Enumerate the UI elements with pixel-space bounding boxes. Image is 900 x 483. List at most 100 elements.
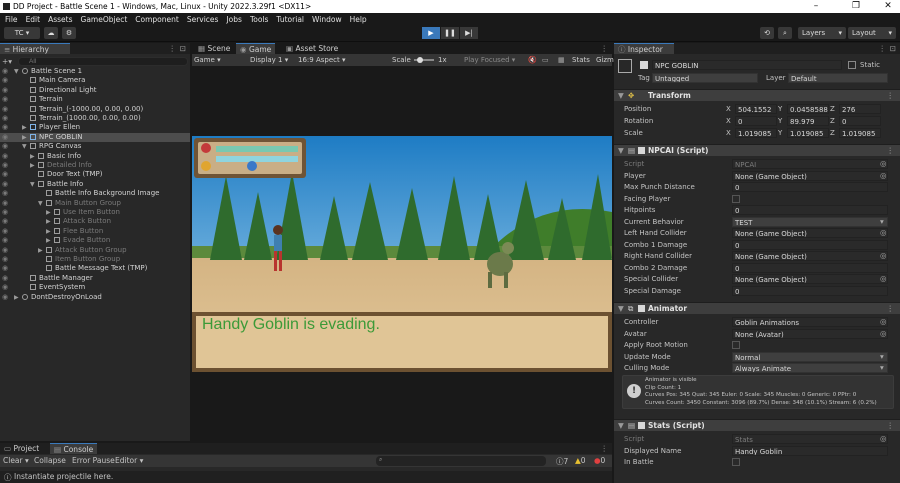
play-focused-dropdown[interactable]: Play Focused ▾: [464, 54, 515, 66]
animator-header[interactable]: ▼ ⧉ Animator ⋮: [614, 302, 900, 314]
hierarchy-item[interactable]: ▶ Basic Info: [0, 152, 190, 161]
play-button[interactable]: ▶: [422, 27, 440, 39]
visibility-eye-icon[interactable]: ◉: [2, 86, 8, 95]
transform-rotation-y-field[interactable]: 89.979: [787, 116, 829, 126]
chevron-down-icon[interactable]: ▾: [880, 363, 884, 373]
step-button[interactable]: ▶|: [460, 27, 478, 39]
hierarchy-item[interactable]: Battle Manager: [0, 274, 190, 283]
visibility-eye-icon[interactable]: ◉: [2, 105, 8, 114]
animator-field-field[interactable]: Goblin Animations: [732, 317, 888, 327]
npcai-field-field[interactable]: None (Game Object): [732, 228, 888, 238]
menu-edit[interactable]: Edit: [26, 15, 41, 24]
visibility-eye-icon[interactable]: ◉: [2, 114, 8, 123]
stats-header[interactable]: ▼ ▤ Stats (Script) ⋮: [614, 419, 900, 431]
expand-arrow-right-icon[interactable]: ▶: [46, 208, 54, 217]
stats-field-field[interactable]: Stats: [732, 434, 888, 444]
transform-position-y-field[interactable]: 0.04585886: [787, 104, 829, 114]
transform-rotation-x-field[interactable]: 0: [735, 116, 777, 126]
panel-menu-icon[interactable]: ⋮: [879, 43, 887, 54]
history-icon[interactable]: ⟲: [760, 27, 774, 39]
warning-count[interactable]: ▲0: [575, 456, 586, 465]
layer-dropdown[interactable]: Default: [788, 73, 888, 83]
visibility-eye-icon[interactable]: ◉: [2, 227, 8, 236]
tab-console[interactable]: ▤ Console: [50, 443, 98, 454]
tag-dropdown[interactable]: Untagged: [652, 73, 758, 83]
hierarchy-item[interactable]: ▶ Player Ellen: [0, 123, 190, 132]
menu-jobs[interactable]: Jobs: [226, 15, 241, 24]
tab-inspector[interactable]: ⓘ Inspector: [614, 43, 674, 54]
visibility-eye-icon[interactable]: ◉: [2, 76, 8, 85]
tab-project[interactable]: ▭ Project: [0, 443, 43, 454]
error-count[interactable]: ●0: [594, 456, 605, 465]
static-checkbox[interactable]: [848, 61, 856, 69]
visibility-eye-icon[interactable]: ◉: [2, 180, 8, 189]
tab-game[interactable]: ◉ Game: [236, 43, 276, 54]
visibility-eye-icon[interactable]: ◉: [2, 274, 8, 283]
hierarchy-item[interactable]: Terrain_(-1000.00, 0.00, 0.00): [0, 105, 190, 114]
expand-arrow-right-icon[interactable]: ▶: [46, 227, 54, 236]
object-picker-icon[interactable]: ◎: [880, 228, 887, 238]
component-menu-icon[interactable]: ⋮: [887, 91, 895, 100]
hierarchy-item[interactable]: ▼ RPG Canvas: [0, 142, 190, 151]
menu-help[interactable]: Help: [350, 15, 367, 24]
animator-field-dropdown[interactable]: Always Animate: [732, 363, 888, 373]
object-picker-icon[interactable]: ◎: [880, 274, 887, 284]
cloud-icon[interactable]: ☁: [44, 27, 58, 39]
npcai-field-field[interactable]: None (Game Object): [732, 170, 888, 181]
chevron-down-icon[interactable]: ▾: [880, 217, 884, 227]
npcai-field-field[interactable]: None (Game Object): [732, 251, 888, 261]
stats-field-field[interactable]: Handy Goblin: [732, 445, 888, 456]
account-button[interactable]: TC ▾: [4, 27, 40, 39]
visibility-eye-icon[interactable]: ◉: [2, 142, 8, 151]
component-menu-icon[interactable]: ⋮: [887, 421, 895, 430]
hierarchy-item[interactable]: ▶ DontDestroyOnLoad: [0, 293, 190, 302]
expand-arrow-down-icon[interactable]: ▼: [30, 180, 38, 189]
hierarchy-item[interactable]: EventSystem: [0, 283, 190, 292]
npcai-field-field[interactable]: 0: [732, 205, 888, 215]
npcai-field-field[interactable]: None (Game Object): [732, 274, 888, 284]
npcai-field-field[interactable]: NPCAI: [732, 159, 888, 169]
visibility-eye-icon[interactable]: ◉: [2, 264, 8, 273]
object-name-field[interactable]: NPC GOBLIN: [652, 60, 842, 70]
transform-position-z-field[interactable]: 276: [839, 104, 881, 114]
status-message[interactable]: Instantiate projectile here.: [14, 472, 113, 481]
maximize-button[interactable]: ❐: [846, 1, 866, 12]
expand-arrow-down-icon[interactable]: ▼: [22, 142, 30, 151]
animator-field-field[interactable]: None (Avatar): [732, 328, 888, 339]
menu-component[interactable]: Component: [135, 15, 179, 24]
transform-rotation-z-field[interactable]: 0: [839, 116, 881, 126]
hierarchy-item[interactable]: ▶ Detailed Info: [0, 161, 190, 170]
panel-menu-icon[interactable]: ⋮: [601, 443, 609, 454]
services-gear-icon[interactable]: ⚙: [62, 27, 76, 39]
expand-arrow-right-icon[interactable]: ▶: [22, 123, 30, 132]
npcai-field-field[interactable]: 0: [732, 285, 888, 296]
stats-enabled-checkbox[interactable]: [638, 422, 645, 429]
npcai-enabled-checkbox[interactable]: [638, 147, 645, 154]
hierarchy-item[interactable]: ▶ Flee Button: [0, 227, 190, 236]
layers-dropdown[interactable]: Layers ▾: [798, 27, 846, 39]
hierarchy-item[interactable]: Battle Message Text (TMP): [0, 264, 190, 273]
visibility-eye-icon[interactable]: ◉: [2, 236, 8, 245]
hierarchy-item[interactable]: ▶ Attack Button: [0, 217, 190, 226]
menu-assets[interactable]: Assets: [48, 15, 72, 24]
panel-menu-icon[interactable]: ⋮: [601, 43, 609, 54]
scale-slider-handle[interactable]: [417, 57, 423, 63]
animator-field-dropdown[interactable]: Normal: [732, 351, 888, 362]
animator-field-checkbox[interactable]: [732, 341, 740, 349]
visibility-eye-icon[interactable]: ◉: [2, 95, 8, 104]
hierarchy-item[interactable]: ▼ Battle Scene 1: [0, 67, 190, 76]
npcai-field-field[interactable]: 0: [732, 262, 888, 273]
menu-file[interactable]: File: [5, 15, 18, 24]
hierarchy-item[interactable]: Main Camera: [0, 76, 190, 85]
tab-hierarchy[interactable]: ≡ Hierarchy: [0, 43, 70, 54]
expand-arrow-right-icon[interactable]: ▶: [22, 133, 30, 142]
expand-arrow-right-icon[interactable]: ▶: [38, 246, 46, 255]
hierarchy-item[interactable]: ▼ Main Button Group: [0, 199, 190, 208]
layout-icon[interactable]: ▦: [558, 54, 565, 66]
transform-scale-z-field[interactable]: 1.019085: [839, 128, 881, 138]
collapse-button[interactable]: Collapse: [34, 456, 66, 465]
transform-position-x-field[interactable]: 504.1552: [735, 104, 777, 114]
object-picker-icon[interactable]: ◎: [880, 159, 887, 169]
error-pause-button[interactable]: Error Pause: [72, 456, 115, 465]
stats-field-checkbox[interactable]: [732, 458, 740, 466]
